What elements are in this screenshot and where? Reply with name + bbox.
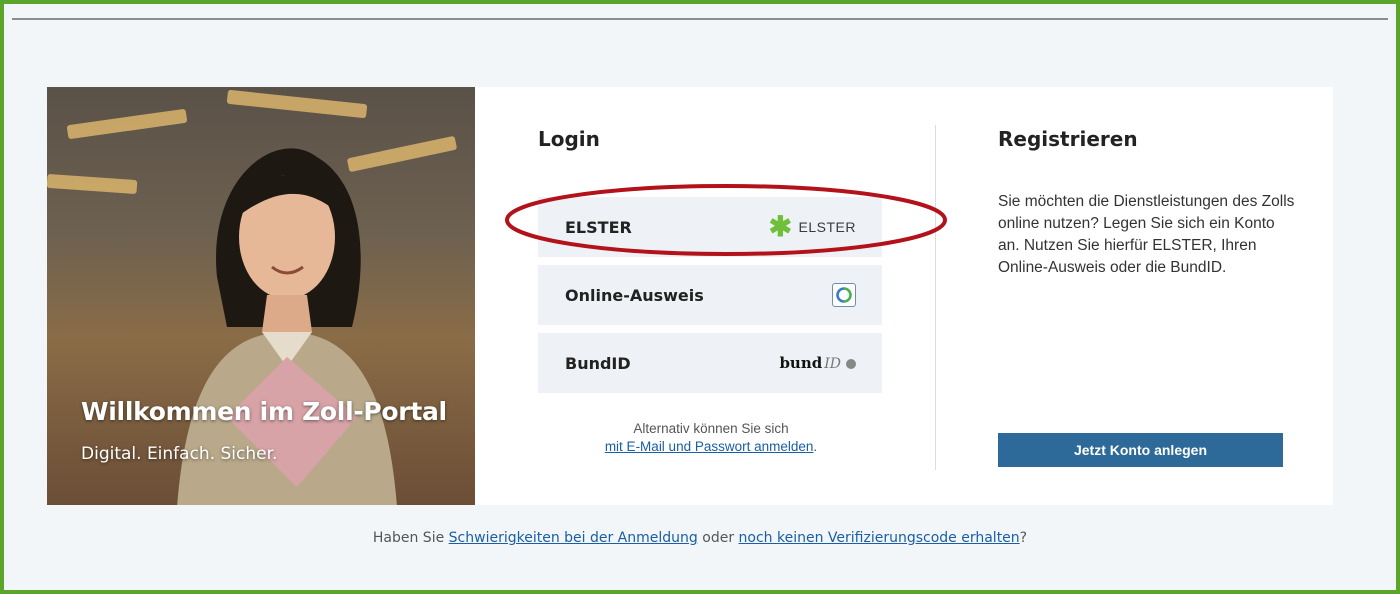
login-option-label: Online-Ausweis bbox=[565, 285, 704, 305]
verification-code-link[interactable]: noch keinen Verifizierungscode erhalten bbox=[739, 530, 1020, 546]
footer-middle: oder bbox=[697, 530, 739, 546]
create-account-button[interactable]: Jetzt Konto anlegen bbox=[998, 433, 1283, 467]
elster-star-icon: ✱ bbox=[768, 211, 793, 242]
login-option-elster[interactable]: ELSTER ✱ ELSTER bbox=[538, 197, 882, 257]
alternative-login-intro: Alternativ können Sie sich bbox=[633, 421, 789, 436]
login-section: Login ELSTER ✱ ELSTER Online-Ausweis Bun… bbox=[538, 87, 884, 505]
bundid-logo-id: ID bbox=[824, 356, 841, 372]
bundid-logo-bund: bund bbox=[779, 354, 823, 372]
login-option-bundid[interactable]: BundID bund ID bbox=[538, 333, 882, 393]
footer-suffix: ? bbox=[1019, 530, 1028, 546]
ceiling-light bbox=[47, 173, 138, 195]
footer-prefix: Haben Sie bbox=[372, 530, 449, 546]
login-title: Login bbox=[538, 127, 600, 151]
login-option-online-ausweis[interactable]: Online-Ausweis bbox=[538, 265, 882, 325]
hero-subtitle: Digital. Einfach. Sicher. bbox=[81, 444, 278, 464]
alternative-login-suffix: . bbox=[813, 439, 818, 454]
email-password-login-link[interactable]: mit E-Mail und Passwort anmelden bbox=[605, 439, 814, 454]
hero-title: Willkommen im Zoll-Portal bbox=[81, 397, 447, 426]
register-description: Sie möchten die Dienstleistungen des Zol… bbox=[998, 193, 1295, 276]
ceiling-light bbox=[226, 89, 368, 119]
login-difficulties-link[interactable]: Schwierigkeiten bei der Anmeldung bbox=[449, 530, 698, 546]
register-section: Registrieren Sie möchten die Dienstleist… bbox=[998, 87, 1298, 505]
alternative-login-text: Alternativ können Sie sich mit E-Mail un… bbox=[538, 420, 884, 456]
bundid-logo: bund ID bbox=[779, 354, 856, 372]
top-divider bbox=[12, 18, 1388, 20]
register-title: Registrieren bbox=[998, 127, 1138, 151]
elster-logo: ✱ ELSTER bbox=[769, 213, 856, 241]
screenshot-frame: Willkommen im Zoll-Portal Digital. Einfa… bbox=[0, 0, 1400, 594]
hero-image: Willkommen im Zoll-Portal Digital. Einfa… bbox=[47, 87, 475, 505]
section-divider bbox=[935, 125, 936, 470]
login-option-label: ELSTER bbox=[565, 217, 632, 237]
login-option-label: BundID bbox=[565, 353, 631, 373]
bundid-dot-icon bbox=[846, 359, 856, 369]
elster-logo-text: ELSTER bbox=[798, 219, 856, 235]
login-card: Willkommen im Zoll-Portal Digital. Einfa… bbox=[47, 87, 1333, 505]
help-footer: Haben Sie Schwierigkeiten bei der Anmeld… bbox=[4, 530, 1396, 546]
online-ausweis-icon bbox=[832, 283, 856, 307]
